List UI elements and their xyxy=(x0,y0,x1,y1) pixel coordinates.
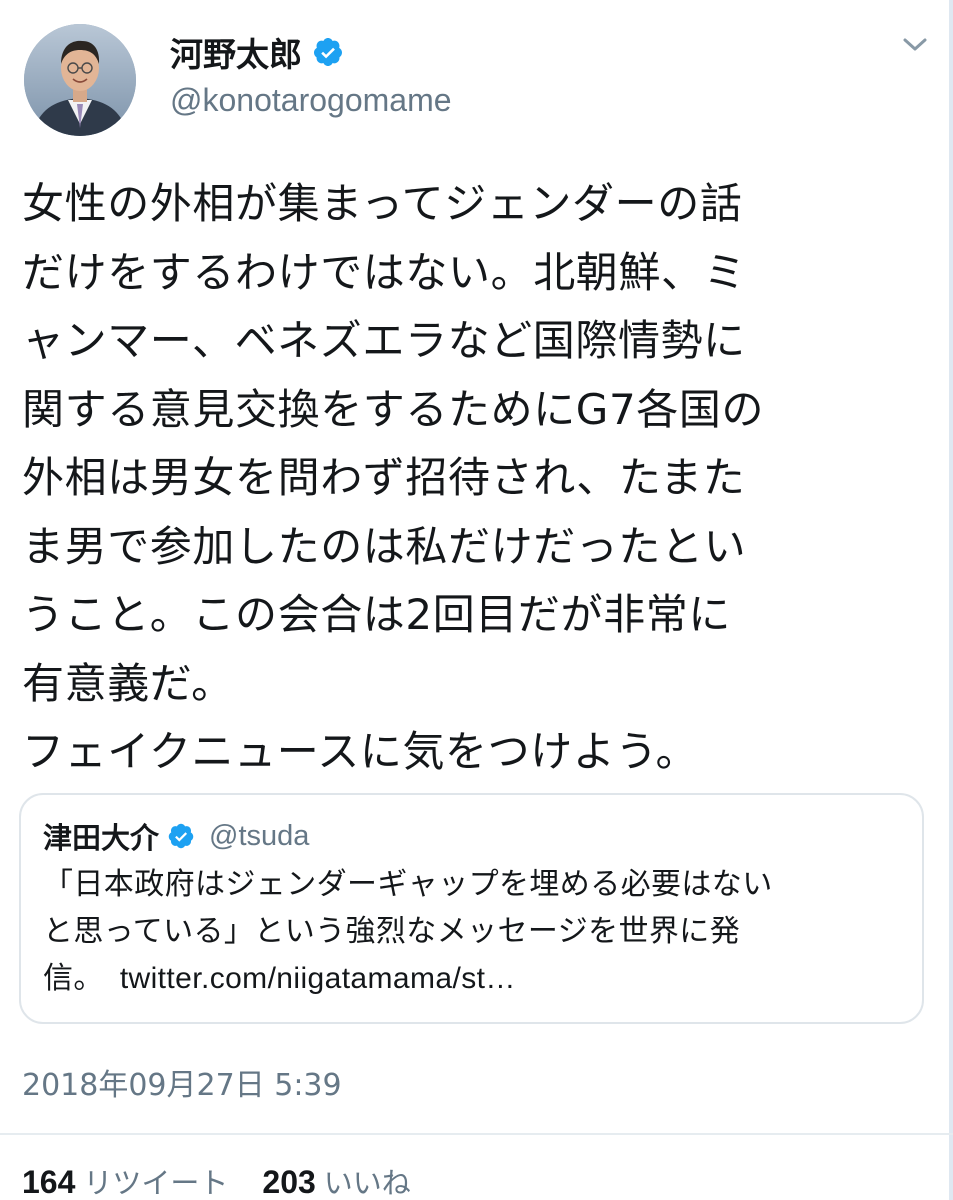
tweet-text-line: ま男で参加したのは私だけだったとい xyxy=(22,521,747,571)
tweet-text: 女性の外相が集まってジェンダーの話 だけをするわけではない。北朝鮮、ミ ャンマー… xyxy=(22,170,932,787)
tweet-text-line: ャンマー、ベネズエラなど国際情勢に xyxy=(22,316,746,365)
quoted-tweet-header: 津田大介 @tsuda xyxy=(43,817,310,856)
like-label[interactable]: いいね xyxy=(324,1160,411,1200)
tweet-text-line: フェイクニュースに気をつけよう。 xyxy=(22,727,699,776)
verified-badge-icon xyxy=(312,36,344,68)
author-avatar[interactable] xyxy=(24,24,136,136)
quoted-tweet-text: 「日本政府はジェンダーギャップを埋める必要はない と思っている」という強烈なメッ… xyxy=(43,861,913,1002)
tweet-text-line: 関する意見交換をするためにG7各国の xyxy=(22,384,765,434)
author-name-row[interactable]: 河野太郎 xyxy=(170,30,344,74)
quoted-text-line: 信。 twitter.com/niigatamama/st… xyxy=(43,955,913,1002)
tweet-text-line: 外相は男女を問わず招待され、たまた xyxy=(22,453,746,502)
quoted-text-fragment: 信。 xyxy=(43,961,104,996)
divider xyxy=(0,1133,953,1135)
author-handle[interactable]: @konotarogomame xyxy=(170,82,452,119)
like-count[interactable]: 203 xyxy=(262,1164,315,1200)
tweet-text-line: 有意義だ。 xyxy=(22,658,234,708)
quoted-author-name: 津田大介 xyxy=(43,821,160,855)
tweet-text-line: だけをするわけではない。北朝鮮、ミ xyxy=(22,247,747,297)
author-display-name[interactable]: 河野太郎 xyxy=(170,28,302,76)
tweet-page: 河野太郎 @konotarogomame 女性の外相が集まってジェンダーの話 だ… xyxy=(0,0,953,1200)
scrollbar-track[interactable] xyxy=(949,0,953,1200)
tweet-stats: 164 リツイート 203 いいね xyxy=(22,1160,411,1200)
quoted-author-handle: @tsuda xyxy=(209,819,310,852)
chevron-down-icon[interactable] xyxy=(898,32,932,58)
tweet-text-line: 女性の外相が集まってジェンダーの話 xyxy=(22,179,743,228)
quoted-tweet-card[interactable]: 津田大介 @tsuda 「日本政府はジェンダーギャップを埋める必要はない と思っ… xyxy=(19,793,924,1024)
avatar-image xyxy=(24,24,136,136)
verified-badge-icon xyxy=(167,822,195,850)
quoted-text-line: と思っている」という強烈なメッセージを世界に発 xyxy=(43,914,741,949)
retweet-count[interactable]: 164 xyxy=(22,1164,75,1200)
tweet-timestamp[interactable]: 2018年09月27日 5:39 xyxy=(22,1060,342,1104)
quoted-tweet-link[interactable]: twitter.com/niigatamama/st… xyxy=(120,962,516,995)
retweet-label[interactable]: リツイート xyxy=(83,1160,228,1200)
tweet-text-line: うこと。この会合は2回目だが非常に xyxy=(22,590,731,639)
quoted-text-line: 「日本政府はジェンダーギャップを埋める必要はない xyxy=(43,867,773,902)
